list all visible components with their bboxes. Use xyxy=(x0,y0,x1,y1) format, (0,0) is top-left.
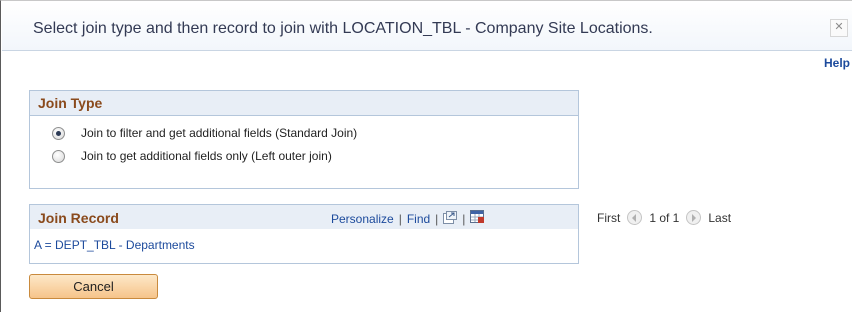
join-type-group: Join Type Join to filter and get additio… xyxy=(29,90,579,189)
join-record-header: Join Record Personalize | Find | | First… xyxy=(30,205,731,229)
dialog-title-bar: Select join type and then record to join… xyxy=(2,2,852,51)
join-dialog: Select join type and then record to join… xyxy=(0,0,852,312)
new-window-icon[interactable] xyxy=(443,210,458,227)
page-info: 1 of 1 xyxy=(649,210,680,225)
previous-arrow-icon[interactable] xyxy=(627,210,643,225)
join-type-header: Join Type xyxy=(30,91,578,116)
dialog-title: Select join type and then record to join… xyxy=(33,20,653,37)
next-arrow-icon[interactable] xyxy=(686,210,702,225)
toolbar-separator: | xyxy=(462,211,466,226)
radio-option-left-outer-join[interactable]: Join to get additional fields only (Left… xyxy=(52,147,332,165)
radio-button-left-outer-join[interactable] xyxy=(52,149,65,163)
spreadsheet-icon[interactable] xyxy=(470,210,485,227)
radio-option-standard-join[interactable]: Join to filter and get additional fields… xyxy=(52,124,357,142)
join-record-link[interactable]: A = DEPT_TBL - Departments xyxy=(34,238,195,252)
join-type-title: Join Type xyxy=(38,95,103,111)
close-icon[interactable]: ✕ xyxy=(830,19,848,37)
grid-toolbar: Personalize | Find | | xyxy=(331,210,485,227)
last-link: Last xyxy=(708,210,732,225)
radio-button-standard-join[interactable] xyxy=(52,126,65,140)
personalize-link[interactable]: Personalize xyxy=(331,212,394,226)
radio-label-standard-join: Join to filter and get additional fields… xyxy=(81,126,358,140)
join-record-grid: Join Record Personalize | Find | | First… xyxy=(29,204,731,264)
toolbar-separator: | xyxy=(398,211,402,226)
radio-label-left-outer-join: Join to get additional fields only (Left… xyxy=(81,149,332,163)
help-link[interactable]: Help xyxy=(824,56,850,70)
toolbar-separator: | xyxy=(435,211,439,226)
first-link: First xyxy=(597,210,621,225)
find-link[interactable]: Find xyxy=(407,212,430,226)
cancel-button[interactable]: Cancel xyxy=(29,274,158,299)
join-record-title: Join Record xyxy=(38,210,119,226)
grid-pagination: First 1 of 1 Last xyxy=(597,210,731,225)
